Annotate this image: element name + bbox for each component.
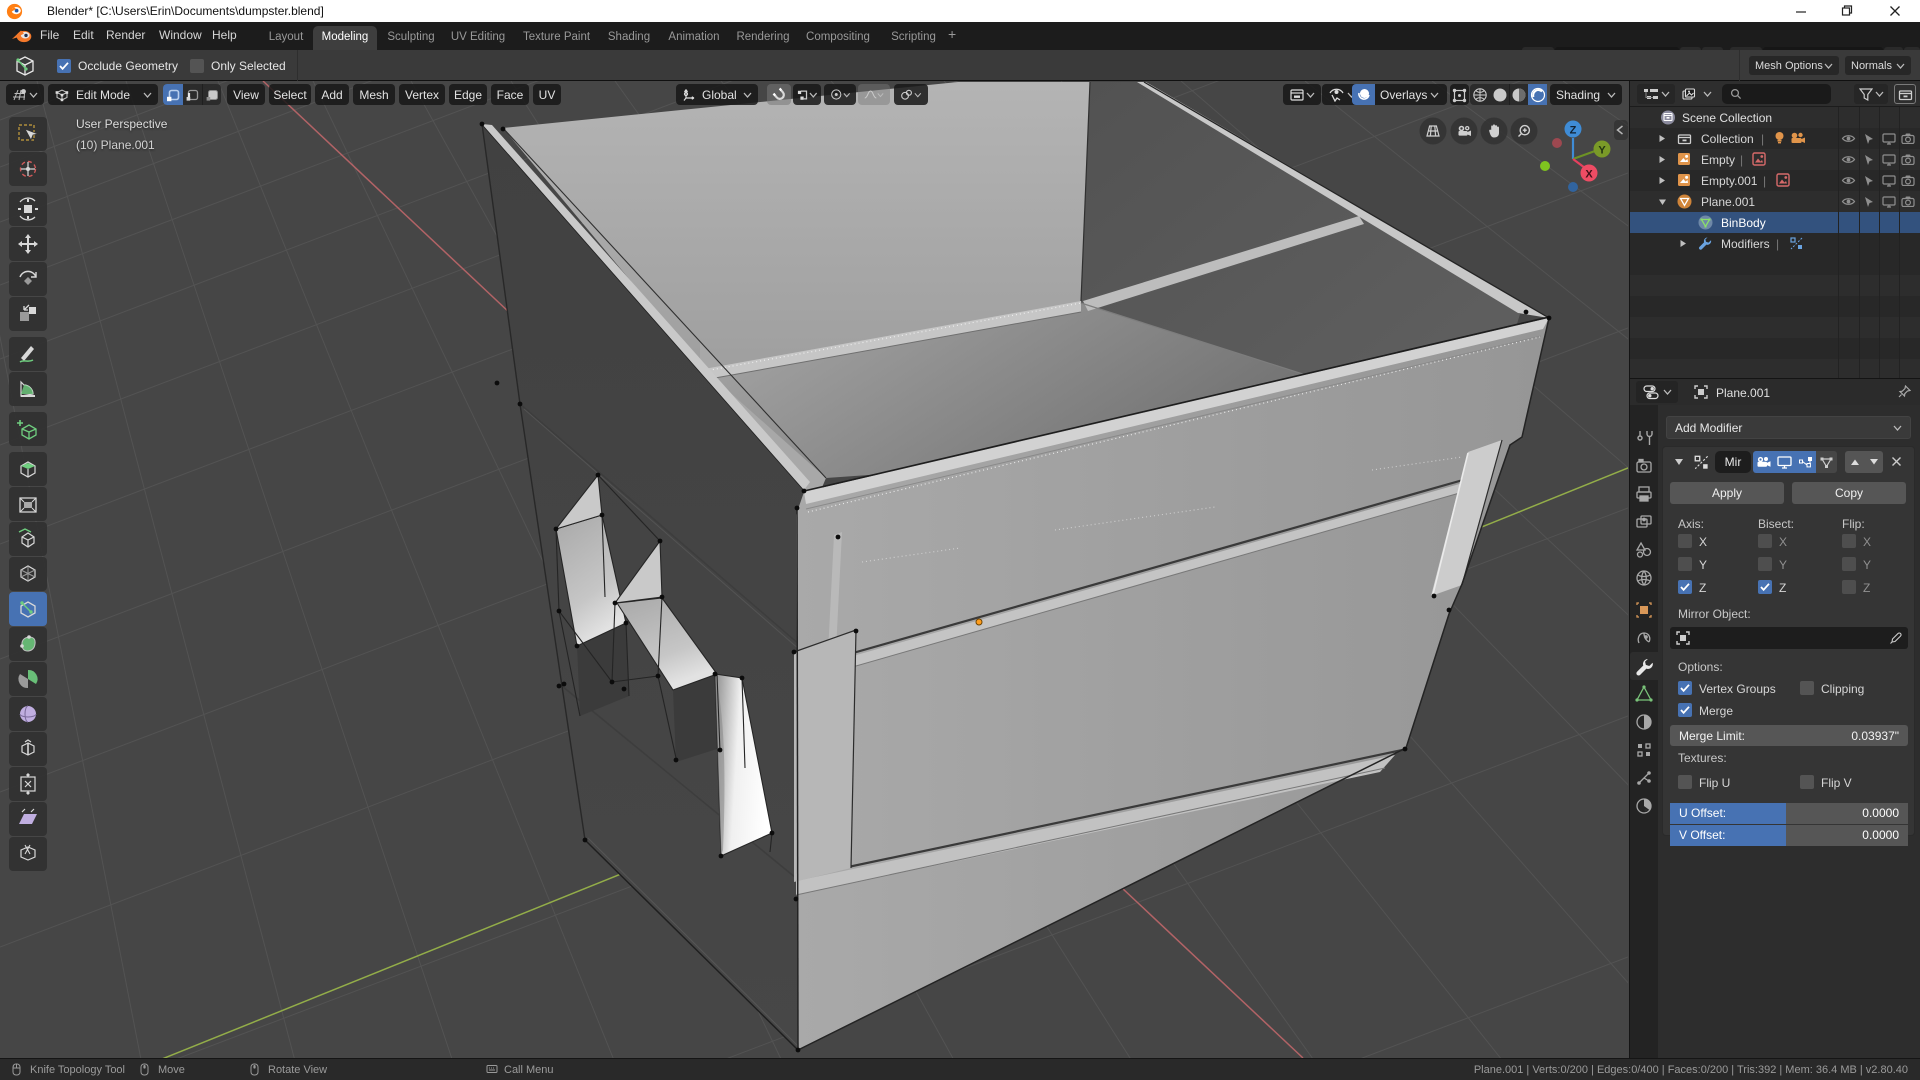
svg-text:Y: Y xyxy=(1598,145,1606,157)
svg-text:X: X xyxy=(1585,169,1593,181)
svg-text:Z: Z xyxy=(1570,125,1577,137)
